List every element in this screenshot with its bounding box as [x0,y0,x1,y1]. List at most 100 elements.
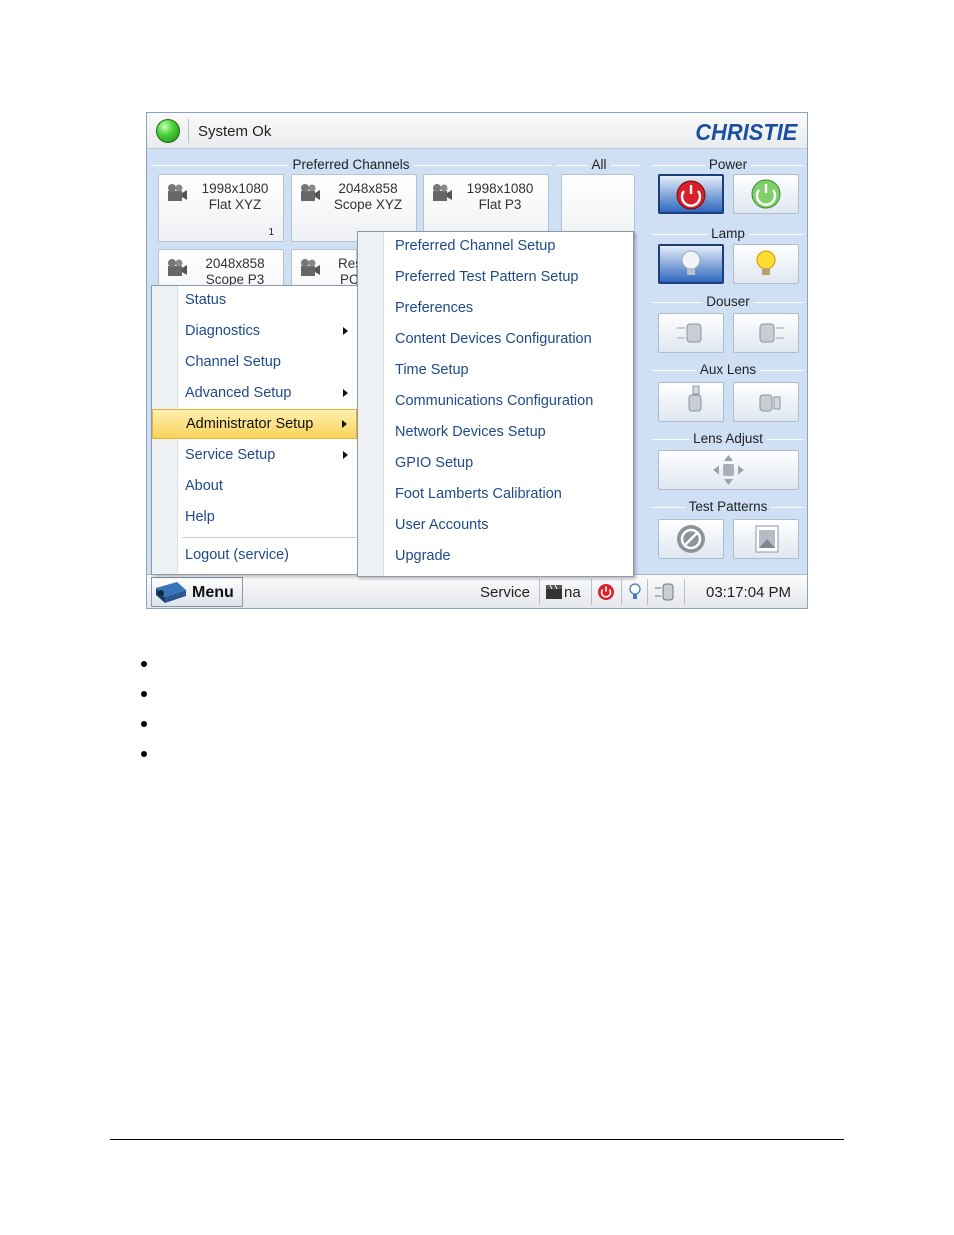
channel-resolution: 2048x858 [205,256,265,271]
main-menu: Status Diagnostics Channel Setup Advance… [151,285,358,575]
submenu-arrow-icon [342,420,347,428]
footer-rule [110,1139,844,1140]
channel-tile[interactable]: 1998x1080 Flat XYZ 1 [158,174,284,242]
submenu-item-label: Preferred Test Pattern Setup [395,269,579,285]
submenu-item-time-setup[interactable]: Time Setup [358,356,633,384]
submenu-item-foot-lamberts-calibration[interactable]: Foot Lamberts Calibration [358,480,633,508]
menu-item-about[interactable]: About [152,472,357,500]
douser-title: Douser [653,294,803,310]
statusbar-divider [621,579,622,605]
menu-item-label: Status [185,292,227,308]
lamp-title: Lamp [653,226,803,242]
projector-ui-screen: System Ok CHRISTIE Preferred Channels Al… [146,112,808,609]
douser-open-button[interactable] [658,313,724,353]
bullet-point [141,661,147,667]
channel-resolution: 2048x858 [338,181,398,196]
submenu-item-preferences[interactable]: Preferences [358,294,633,322]
status-ok-led-icon [156,119,180,143]
all-title: All [557,157,641,173]
power-standby-icon [751,179,781,209]
channel-format: Flat XYZ [208,197,262,212]
submenu-item-preferred-test-pattern-setup[interactable]: Preferred Test Pattern Setup [358,263,633,291]
submenu-item-upgrade[interactable]: Upgrade [358,542,633,570]
aux-lens-title: Aux Lens [653,362,803,378]
clock-text: 03:17:04 PM [706,584,792,601]
film-camera-icon [301,184,320,201]
submenu-item-label: User Accounts [395,517,489,533]
test-pattern-image-icon [755,525,779,553]
film-camera-icon [168,259,187,276]
submenu-item-user-accounts[interactable]: User Accounts [358,511,633,539]
power-off-button[interactable] [733,174,799,214]
submenu-item-gpio-setup[interactable]: GPIO Setup [358,449,633,477]
power-status-icon [598,584,614,600]
submenu-item-label: Preferences [395,300,474,316]
menu-item-diagnostics[interactable]: Diagnostics [152,317,357,345]
submenu-item-label: Preferred Channel Setup [395,238,556,254]
channel-status-text: na [564,584,581,601]
power-on-icon [676,180,706,210]
submenu-item-label: GPIO Setup [395,455,474,471]
douser-status-icon [655,583,674,601]
film-camera-icon [301,259,320,276]
menu-item-status[interactable]: Status [152,286,357,314]
channel-resolution: 1998x1080 [201,181,269,196]
menu-item-logout[interactable]: Logout (service) [152,541,357,569]
menu-separator [182,537,356,538]
menu-item-help[interactable]: Help [152,503,357,531]
test-pattern-off-button[interactable] [658,519,724,559]
statusbar-divider [539,579,540,605]
clapperboard-icon [546,584,562,599]
test-patterns-label: Test Patterns [684,499,772,514]
lens-adjust-label: Lens Adjust [689,431,767,446]
statusbar-divider [647,579,648,605]
aux-lens-out-button[interactable] [733,382,799,422]
projector-icon [156,582,186,603]
lamp-on-button[interactable] [733,244,799,284]
header-bar: System Ok CHRISTIE [147,113,807,149]
header-divider [188,119,189,143]
bullet-point [141,721,147,727]
film-camera-icon [433,184,452,201]
submenu-item-label: Upgrade [395,548,451,564]
submenu-item-preferred-channel-setup[interactable]: Preferred Channel Setup [358,232,633,260]
no-pattern-icon [677,525,705,553]
power-label: Power [704,157,752,172]
channel-format: Flat P3 [478,197,522,212]
christie-logo: CHRISTIE [695,119,797,145]
menu-item-label: Advanced Setup [185,385,292,401]
submenu-item-content-devices-configuration[interactable]: Content Devices Configuration [358,325,633,353]
menu-button-label: Menu [192,584,234,601]
test-patterns-title: Test Patterns [653,499,803,515]
bullet-point [141,751,147,757]
lamp-status-icon [629,583,641,599]
menu-item-label: About [185,478,223,494]
submenu-item-communications-configuration[interactable]: Communications Configuration [358,387,633,415]
menu-item-administrator-setup[interactable]: Administrator Setup [152,409,357,439]
test-pattern-button[interactable] [733,519,799,559]
submenu-item-label: Time Setup [395,362,469,378]
statusbar-divider [684,579,685,605]
lens-adjust-button[interactable] [658,450,799,490]
lamp-label: Lamp [707,226,749,241]
lens-adjust-title: Lens Adjust [653,431,803,447]
administrator-setup-submenu: Preferred Channel Setup Preferred Test P… [357,231,634,577]
submenu-item-network-devices-setup[interactable]: Network Devices Setup [358,418,633,446]
power-on-button[interactable] [658,174,724,214]
aux-lens-in-button[interactable] [658,382,724,422]
preferred-channels-title: Preferred Channels [151,157,551,173]
menu-item-service-setup[interactable]: Service Setup [152,441,357,469]
lamp-off-button[interactable] [658,244,724,284]
douser-label: Douser [702,294,754,309]
menu-item-label: Channel Setup [185,354,281,370]
menu-item-channel-setup[interactable]: Channel Setup [152,348,357,376]
channel-resolution: Res [338,256,363,271]
aux-lens-label: Aux Lens [695,362,761,377]
menu-item-label: Service Setup [185,447,276,463]
douser-close-button[interactable] [733,313,799,353]
menu-button[interactable]: Menu [151,577,243,607]
douser-open-icon [677,323,702,343]
lamp-on-bulb-icon [756,250,776,275]
submenu-item-label: Network Devices Setup [395,424,546,440]
menu-item-advanced-setup[interactable]: Advanced Setup [152,379,357,407]
